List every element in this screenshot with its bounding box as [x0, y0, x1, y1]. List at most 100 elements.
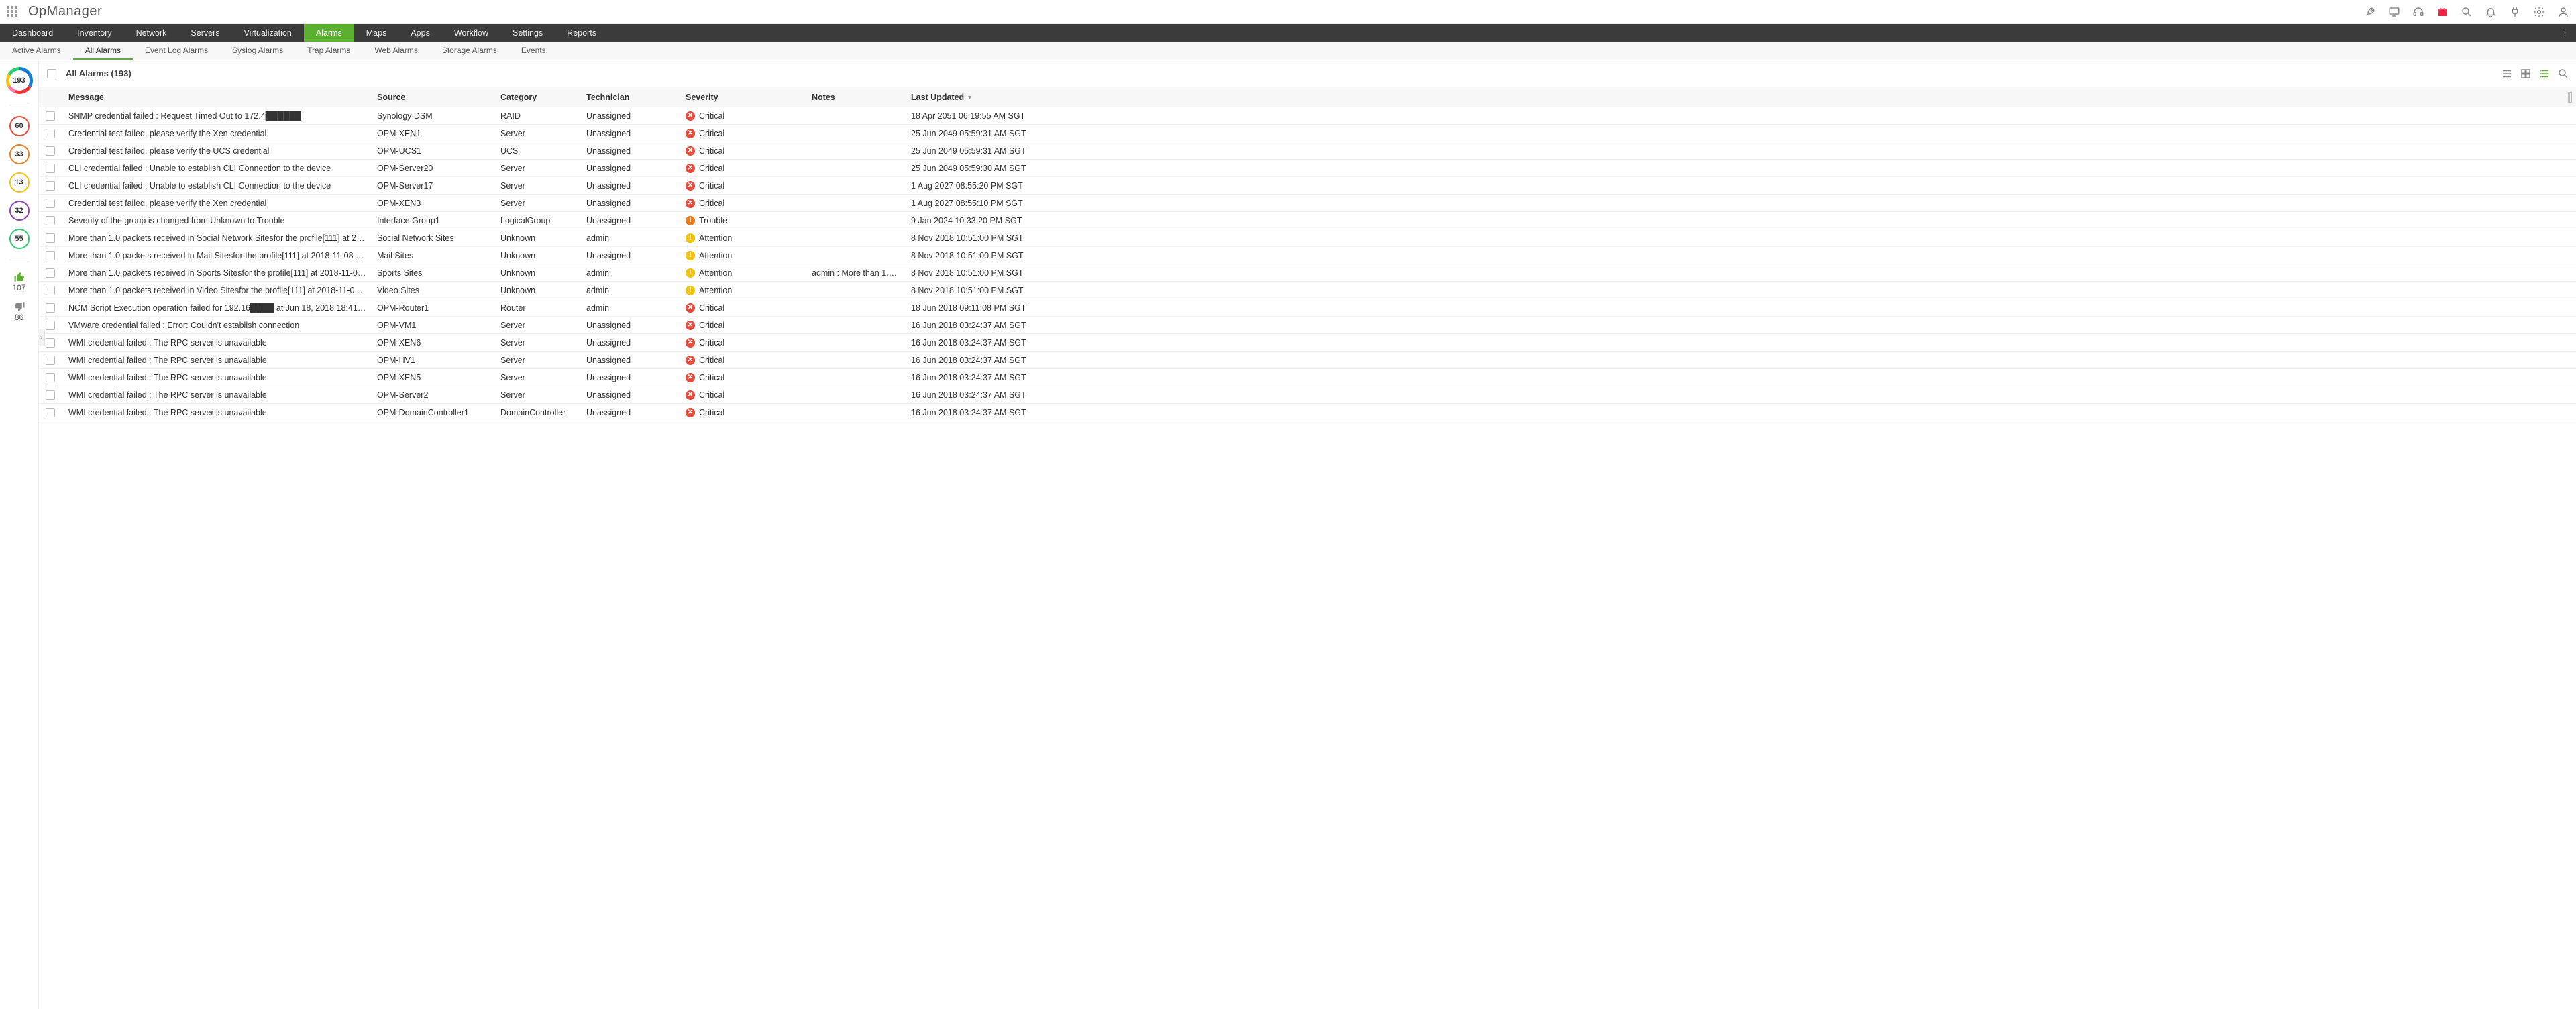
table-row[interactable]: VMware credential failed : Error: Couldn…: [39, 317, 2576, 334]
cell-message[interactable]: More than 1.0 packets received in Social…: [62, 233, 370, 243]
cell-message[interactable]: WMI credential failed : The RPC server i…: [62, 356, 370, 365]
table-row[interactable]: More than 1.0 packets received in Sports…: [39, 264, 2576, 282]
col-header[interactable]: Message: [62, 93, 370, 102]
table-row[interactable]: WMI credential failed : The RPC server i…: [39, 404, 2576, 421]
view-grid-icon[interactable]: [2520, 68, 2532, 80]
cell-source[interactable]: OPM-VM1: [370, 321, 494, 330]
ack-up[interactable]: 107: [12, 271, 25, 293]
table-row[interactable]: Credential test failed, please verify th…: [39, 142, 2576, 160]
row-checkbox[interactable]: [46, 251, 55, 260]
cell-message[interactable]: More than 1.0 packets received in Video …: [62, 286, 370, 295]
subnav-storage-alarms[interactable]: Storage Alarms: [430, 42, 509, 60]
cell-message[interactable]: WMI credential failed : The RPC server i…: [62, 408, 370, 417]
monitor-icon[interactable]: [2388, 6, 2400, 18]
view-list-icon[interactable]: [2501, 68, 2513, 80]
alarms-total-donut[interactable]: 193: [6, 67, 33, 94]
row-checkbox[interactable]: [46, 181, 55, 191]
nav-inventory[interactable]: Inventory: [65, 24, 123, 42]
table-row[interactable]: Credential test failed, please verify th…: [39, 195, 2576, 212]
table-row[interactable]: WMI credential failed : The RPC server i…: [39, 369, 2576, 386]
subnav-web-alarms[interactable]: Web Alarms: [362, 42, 429, 60]
cell-message[interactable]: Severity of the group is changed from Un…: [62, 216, 370, 225]
nav-network[interactable]: Network: [124, 24, 179, 42]
bell-icon[interactable]: [2485, 6, 2497, 18]
select-all-checkbox[interactable]: [47, 69, 56, 78]
row-checkbox[interactable]: [46, 373, 55, 382]
subnav-all-alarms[interactable]: All Alarms: [73, 42, 133, 60]
nav-dashboard[interactable]: Dashboard: [0, 24, 65, 42]
row-checkbox[interactable]: [46, 286, 55, 295]
apps-grid-icon[interactable]: [7, 6, 19, 18]
severity-ring[interactable]: 13: [9, 172, 30, 193]
subnav-trap-alarms[interactable]: Trap Alarms: [295, 42, 362, 60]
subnav-events[interactable]: Events: [509, 42, 558, 60]
severity-ring[interactable]: 55: [9, 229, 30, 249]
cell-source[interactable]: Synology DSM: [370, 111, 494, 121]
gift-icon[interactable]: [2436, 6, 2449, 18]
nav-reports[interactable]: Reports: [555, 24, 608, 42]
col-header[interactable]: Severity: [679, 93, 805, 102]
gear-icon[interactable]: [2533, 6, 2545, 18]
table-row[interactable]: CLI credential failed : Unable to establ…: [39, 177, 2576, 195]
search-icon[interactable]: [2461, 6, 2473, 18]
expand-rail-icon[interactable]: ›: [38, 329, 45, 346]
cell-source[interactable]: OPM-HV1: [370, 356, 494, 365]
cell-message[interactable]: VMware credential failed : Error: Couldn…: [62, 321, 370, 330]
user-icon[interactable]: [2557, 6, 2569, 18]
nav-apps[interactable]: Apps: [398, 24, 442, 42]
cell-source[interactable]: OPM-DomainController1: [370, 408, 494, 417]
col-header[interactable]: Source: [370, 93, 494, 102]
nav-alarms[interactable]: Alarms: [304, 24, 354, 42]
cell-source[interactable]: Mail Sites: [370, 251, 494, 260]
nav-overflow-icon[interactable]: ⋮: [2554, 24, 2576, 42]
table-row[interactable]: NCM Script Execution operation failed fo…: [39, 299, 2576, 317]
table-row[interactable]: CLI credential failed : Unable to establ…: [39, 160, 2576, 177]
cell-source[interactable]: OPM-XEN1: [370, 129, 494, 138]
ack-down[interactable]: 86: [13, 301, 25, 322]
cell-message[interactable]: SNMP credential failed : Request Timed O…: [62, 111, 370, 121]
cell-source[interactable]: Video Sites: [370, 286, 494, 295]
nav-maps[interactable]: Maps: [354, 24, 399, 42]
plug-icon[interactable]: [2509, 6, 2521, 18]
filter-search-icon[interactable]: [2557, 68, 2569, 80]
cell-message[interactable]: More than 1.0 packets received in Mail S…: [62, 251, 370, 260]
row-checkbox[interactable]: [46, 164, 55, 173]
row-checkbox[interactable]: [46, 129, 55, 138]
col-header[interactable]: Category: [494, 93, 580, 102]
cell-message[interactable]: Credential test failed, please verify th…: [62, 146, 370, 156]
table-row[interactable]: WMI credential failed : The RPC server i…: [39, 334, 2576, 352]
table-row[interactable]: SNMP credential failed : Request Timed O…: [39, 107, 2576, 125]
rocket-icon[interactable]: [2364, 6, 2376, 18]
cell-message[interactable]: NCM Script Execution operation failed fo…: [62, 303, 370, 313]
col-header[interactable]: Notes: [805, 93, 904, 102]
table-row[interactable]: WMI credential failed : The RPC server i…: [39, 352, 2576, 369]
cell-source[interactable]: OPM-UCS1: [370, 146, 494, 156]
nav-servers[interactable]: Servers: [178, 24, 231, 42]
nav-virtualization[interactable]: Virtualization: [232, 24, 304, 42]
row-checkbox[interactable]: [46, 408, 55, 417]
cell-source[interactable]: OPM-XEN5: [370, 373, 494, 382]
nav-workflow[interactable]: Workflow: [442, 24, 500, 42]
subnav-active-alarms[interactable]: Active Alarms: [0, 42, 73, 60]
cell-message[interactable]: Credential test failed, please verify th…: [62, 129, 370, 138]
columns-config-icon[interactable]: [2568, 92, 2572, 103]
row-checkbox[interactable]: [46, 303, 55, 313]
cell-message[interactable]: WMI credential failed : The RPC server i…: [62, 373, 370, 382]
cell-source[interactable]: OPM-Server20: [370, 164, 494, 173]
row-checkbox[interactable]: [46, 268, 55, 278]
cell-message[interactable]: WMI credential failed : The RPC server i…: [62, 390, 370, 400]
cell-source[interactable]: Sports Sites: [370, 268, 494, 278]
table-row[interactable]: Severity of the group is changed from Un…: [39, 212, 2576, 229]
headset-icon[interactable]: [2412, 6, 2424, 18]
subnav-syslog-alarms[interactable]: Syslog Alarms: [220, 42, 295, 60]
cell-source[interactable]: Social Network Sites: [370, 233, 494, 243]
cell-message[interactable]: Credential test failed, please verify th…: [62, 199, 370, 208]
severity-ring[interactable]: 60: [9, 116, 30, 136]
severity-ring[interactable]: 33: [9, 144, 30, 164]
row-checkbox[interactable]: [46, 233, 55, 243]
cell-source[interactable]: OPM-Router1: [370, 303, 494, 313]
table-row[interactable]: More than 1.0 packets received in Social…: [39, 229, 2576, 247]
row-checkbox[interactable]: [46, 199, 55, 208]
col-header[interactable]: Last Updated▼: [904, 93, 2561, 102]
table-row[interactable]: WMI credential failed : The RPC server i…: [39, 386, 2576, 404]
